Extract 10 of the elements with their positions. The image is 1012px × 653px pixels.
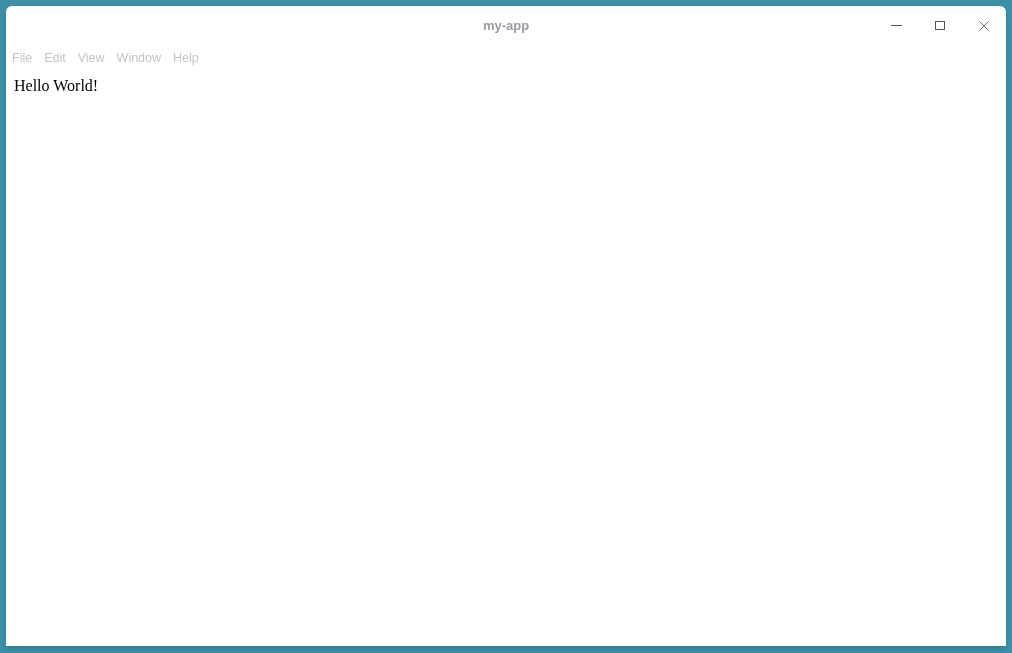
- menu-item[interactable]: Window: [116, 48, 162, 68]
- menu-item[interactable]: File: [12, 48, 33, 68]
- menu-item[interactable]: Help: [173, 48, 199, 68]
- menu-item[interactable]: View: [77, 48, 105, 68]
- content-text: Hello World!: [14, 77, 99, 94]
- menu-item[interactable]: Edit: [44, 48, 66, 68]
- window-title: my-app: [482, 17, 530, 36]
- minimize-icon: [890, 25, 902, 27]
- close-icon: [979, 21, 989, 31]
- maximize-icon: [935, 21, 945, 31]
